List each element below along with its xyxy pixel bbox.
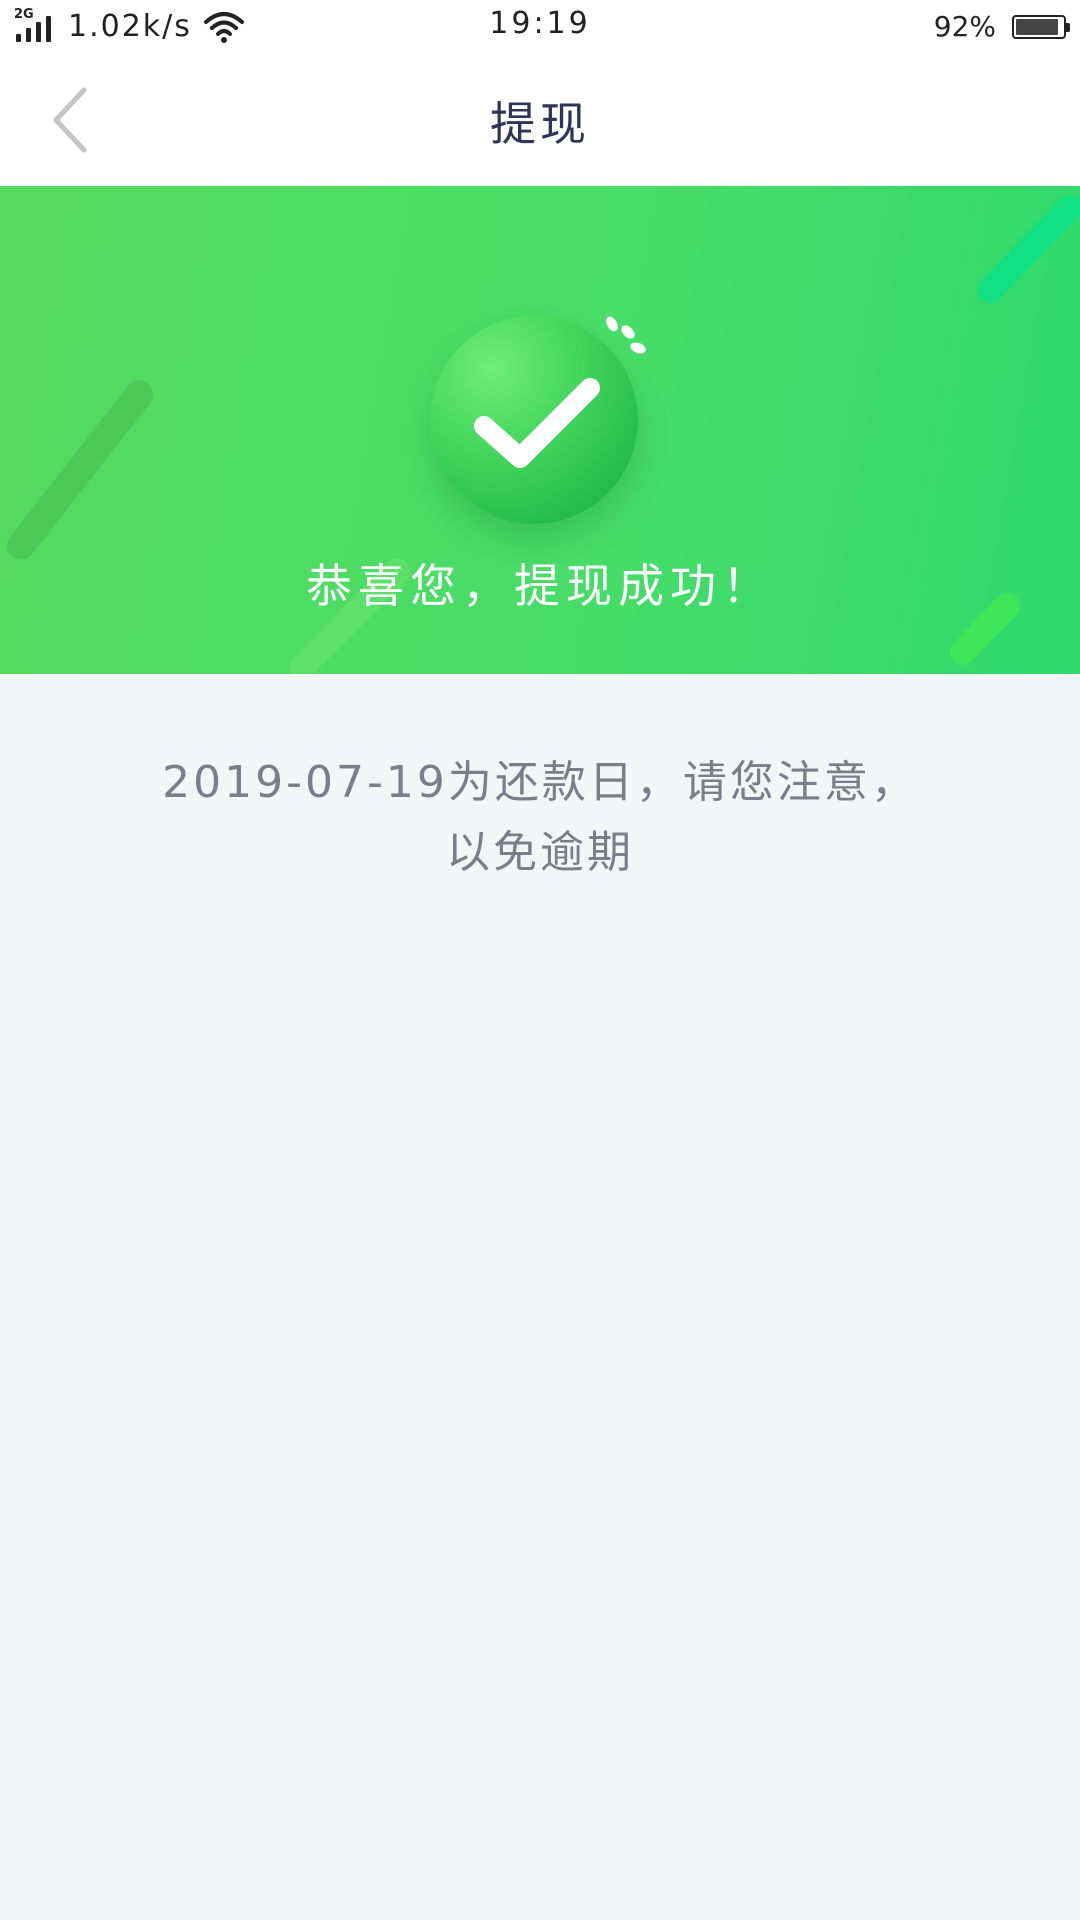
repayment-notice: 2019-07-19为还款日，请您注意， 以免逾期	[100, 748, 980, 888]
nav-bar: 提现	[0, 54, 1080, 186]
status-bar: 2G 1.02k/s 19:19 92%	[0, 0, 1080, 54]
decor-stripe	[1, 374, 159, 566]
success-banner: 恭喜您，提现成功！	[0, 186, 1080, 674]
sparkle-icon	[606, 316, 646, 354]
battery-icon	[1012, 15, 1070, 39]
battery-fill	[1016, 19, 1058, 35]
notice-line-2: 以免逾期	[446, 827, 634, 878]
status-time: 19:19	[489, 6, 591, 41]
status-right: 92%	[933, 8, 1070, 46]
success-message: 恭喜您，提现成功！	[306, 559, 774, 613]
success-badge	[430, 316, 646, 524]
battery-percent: 92%	[933, 10, 996, 43]
notice-line-1: 2019-07-19为还款日，请您注意，	[162, 757, 918, 808]
page-title: 提现	[490, 97, 590, 151]
decor-stripe	[972, 189, 1080, 309]
